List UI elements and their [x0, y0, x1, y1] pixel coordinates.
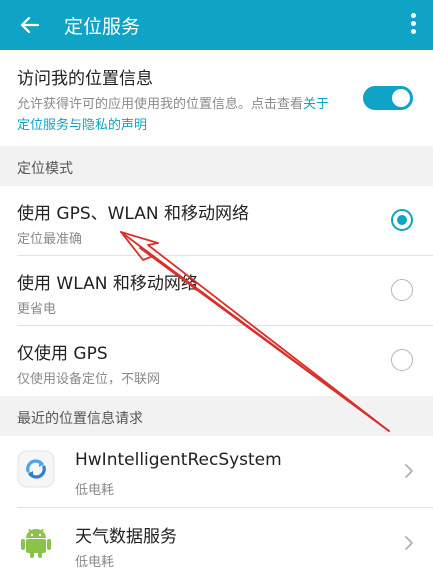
recent-app-row[interactable]: 天气数据服务 低电耗 — [0, 508, 433, 580]
app-name: HwIntelligentRecSystem — [75, 450, 282, 470]
app-name: 天气数据服务 — [75, 527, 177, 547]
access-location-row[interactable]: 访问我的位置信息 允许获得许可的应用使用我的位置信息。点击查看关于定位服务与隐私… — [0, 50, 433, 146]
mode-title: 使用 GPS、WLAN 和移动网络 — [17, 204, 250, 224]
mode-option-battery-saving[interactable]: 使用 WLAN 和移动网络 更省电 — [0, 256, 433, 326]
app-power-usage: 低电耗 — [75, 483, 115, 498]
arrow-left-icon — [20, 16, 40, 34]
chevron-right-icon — [405, 536, 413, 550]
chevron-right-icon — [405, 464, 413, 478]
app-power-usage: 低电耗 — [75, 555, 115, 570]
mode-title: 使用 WLAN 和移动网络 — [17, 274, 198, 294]
radio-button[interactable] — [391, 349, 413, 371]
mode-subtitle: 仅使用设备定位，不联网 — [17, 372, 161, 387]
access-location-desc: 允许获得许可的应用使用我的位置信息。点击查看关于定位服务与隐私的声明 — [17, 94, 342, 136]
android-icon — [21, 528, 51, 558]
location-access-toggle[interactable] — [363, 86, 413, 110]
mode-title: 仅使用 GPS — [17, 344, 108, 364]
more-vert-icon[interactable] — [411, 13, 417, 37]
mode-option-gps-only[interactable]: 仅使用 GPS 仅使用设备定位，不联网 — [0, 326, 433, 396]
access-location-title: 访问我的位置信息 — [17, 69, 153, 89]
section-recent-requests: 最近的位置信息请求 — [0, 396, 433, 436]
section-label: 定位模式 — [17, 161, 73, 177]
access-location-desc-text: 允许获得许可的应用使用我的位置信息。点击查看 — [17, 97, 304, 112]
recent-app-row[interactable]: HwIntelligentRecSystem 低电耗 — [0, 436, 433, 508]
hw-rec-system-icon — [17, 450, 55, 488]
back-button[interactable] — [0, 0, 60, 50]
mode-subtitle: 定位最准确 — [17, 232, 83, 247]
toggle-knob — [392, 89, 410, 107]
mode-subtitle: 更省电 — [17, 302, 57, 317]
radio-button[interactable] — [391, 209, 413, 231]
page-title: 定位服务 — [64, 15, 141, 38]
section-location-mode: 定位模式 — [0, 146, 433, 186]
mode-option-high-accuracy[interactable]: 使用 GPS、WLAN 和移动网络 定位最准确 — [0, 186, 433, 256]
radio-button[interactable] — [391, 279, 413, 301]
app-bar: 定位服务 — [0, 0, 433, 50]
section-label: 最近的位置信息请求 — [17, 411, 143, 427]
